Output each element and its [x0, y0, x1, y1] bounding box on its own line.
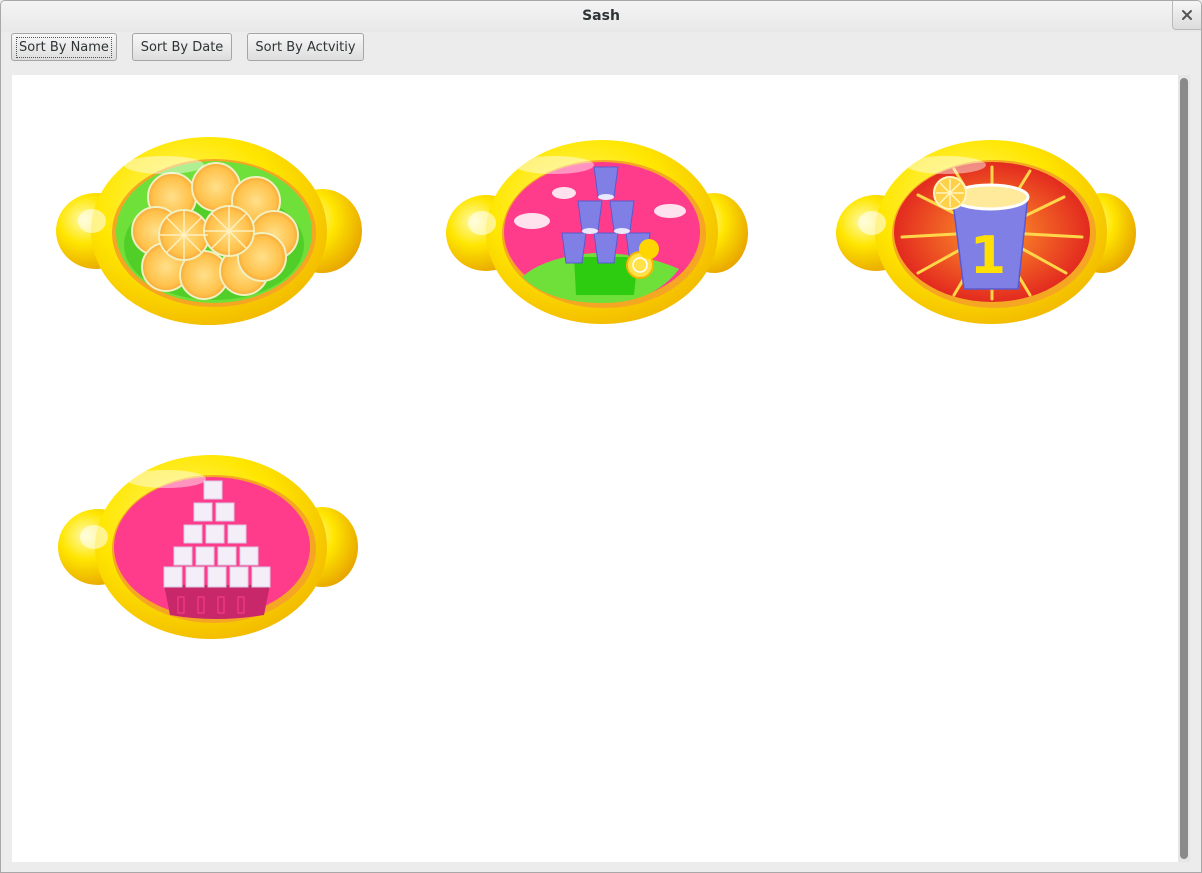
sort-by-activity-button[interactable]: Sort By Actvitiy	[247, 33, 364, 61]
sort-by-name-label: Sort By Name	[16, 36, 112, 58]
badge-cup-stack[interactable]	[444, 137, 754, 337]
badge-grid: 1	[12, 75, 1190, 862]
close-button[interactable]	[1172, 1, 1201, 30]
scrollbar-thumb[interactable]	[1180, 78, 1188, 859]
window-title: Sash	[582, 8, 620, 24]
badge-sugar-cube-pyramid[interactable]	[56, 451, 366, 651]
cup-stack-icon	[446, 140, 748, 324]
sort-by-date-label: Sort By Date	[140, 39, 224, 55]
number-one-cup-icon: 1	[836, 140, 1136, 324]
svg-text:1: 1	[970, 226, 1006, 286]
title-bar: Sash	[1, 1, 1201, 32]
lemon-slices-icon	[56, 137, 362, 325]
badge-lemon-slices[interactable]	[54, 135, 364, 335]
badge-number-one-cup[interactable]: 1	[834, 137, 1144, 337]
vertical-scrollbar[interactable]	[1178, 75, 1190, 862]
app-window: Sash Sort By Name Sort By Date Sort By A…	[0, 0, 1202, 873]
sugar-cube-pyramid-icon	[58, 455, 358, 639]
sort-by-name-button[interactable]: Sort By Name	[11, 33, 117, 61]
close-icon	[1182, 10, 1192, 20]
sort-by-date-button[interactable]: Sort By Date	[132, 33, 232, 61]
sort-by-activity-label: Sort By Actvitiy	[255, 39, 356, 55]
